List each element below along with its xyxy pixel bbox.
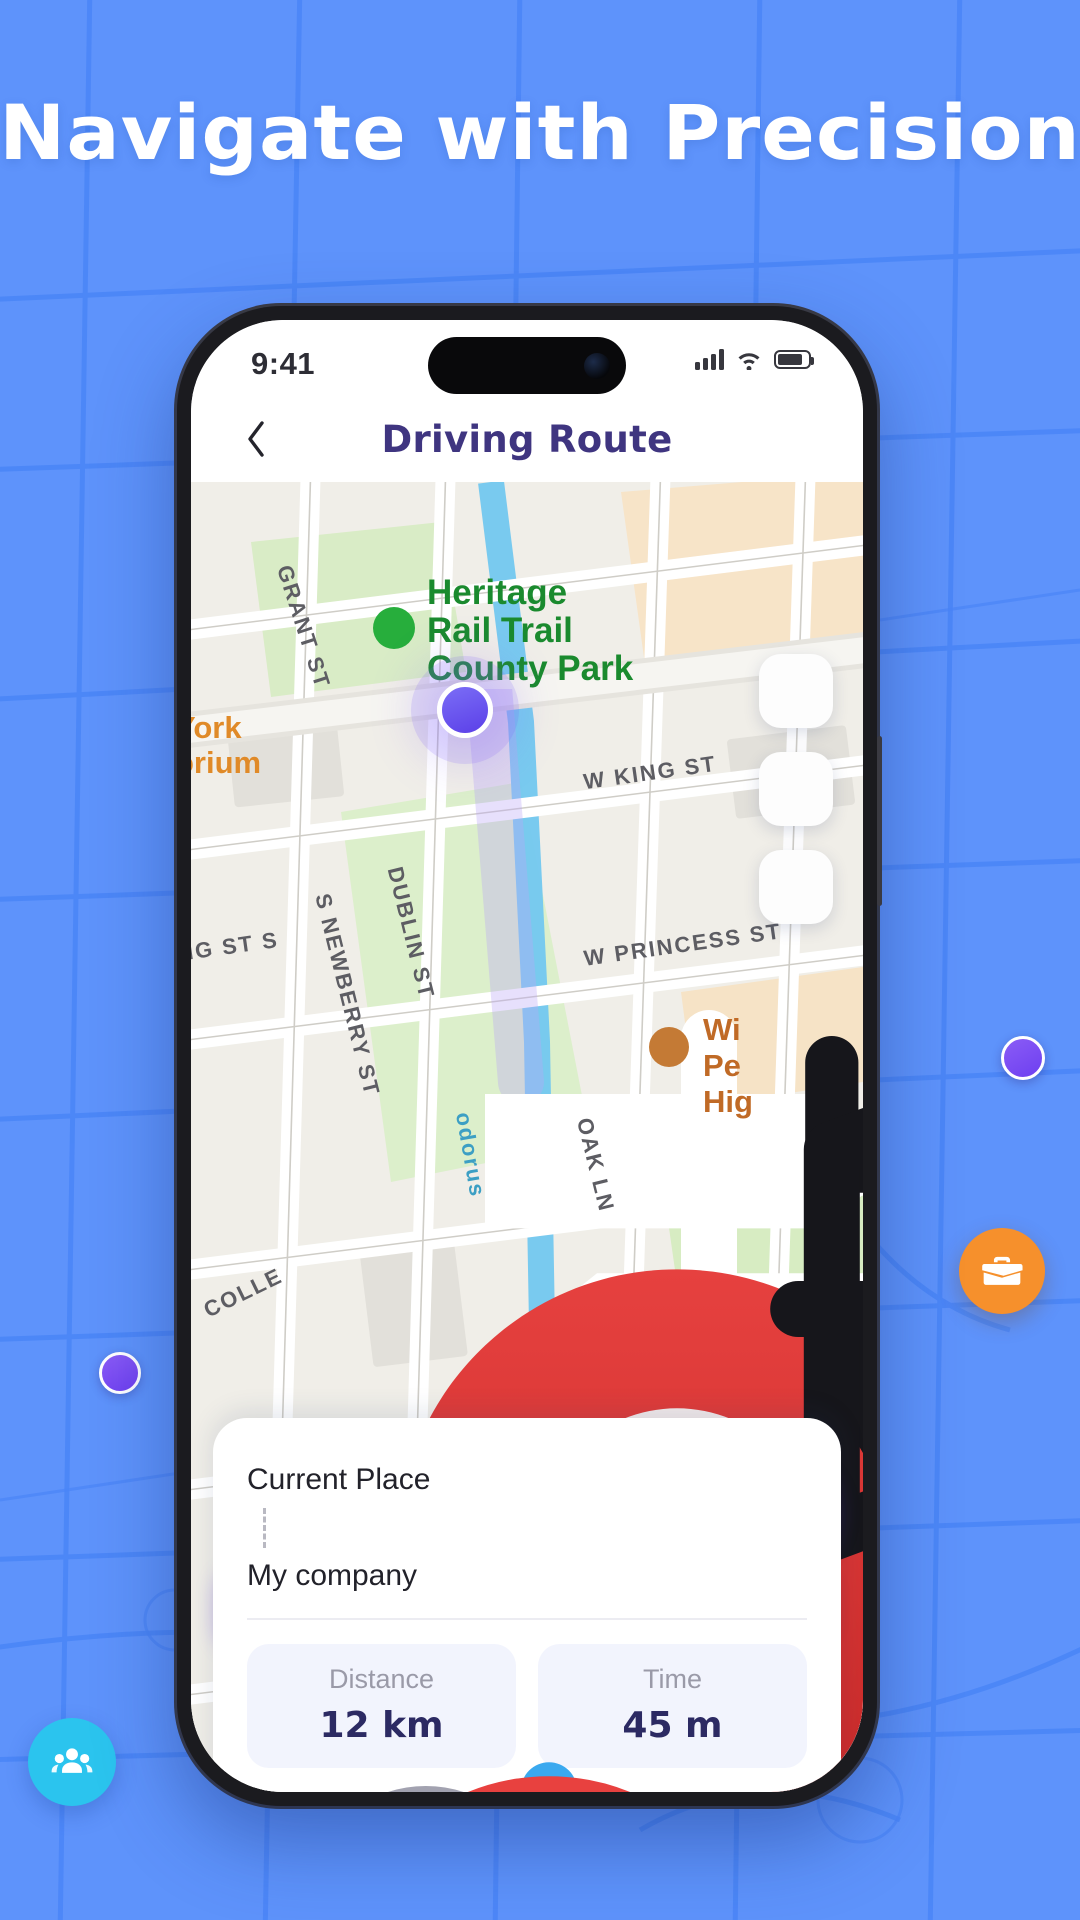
back-button[interactable] bbox=[227, 410, 285, 468]
route-summary-card: Current Place My company Distance 12 km … bbox=[213, 1418, 841, 1792]
briefcase-badge[interactable] bbox=[959, 1228, 1045, 1314]
dynamic-island bbox=[428, 337, 626, 394]
signal-bars-icon bbox=[695, 348, 724, 370]
map-controls bbox=[759, 654, 863, 1561]
battery-icon bbox=[774, 349, 814, 369]
front-camera-icon bbox=[584, 352, 610, 379]
nav-header: Driving Route bbox=[191, 396, 863, 482]
decorative-dot-left bbox=[99, 1352, 141, 1394]
briefcase-icon bbox=[982, 1256, 1023, 1285]
stat-time-head: Time bbox=[538, 1664, 807, 1695]
map-canvas[interactable]: Heritage Rail Trail County Park York ori… bbox=[191, 482, 863, 1792]
status-icons bbox=[695, 348, 814, 370]
status-bar: 9:41 bbox=[191, 320, 863, 396]
chevron-left-icon bbox=[248, 421, 264, 457]
nav-title: Driving Route bbox=[381, 417, 673, 461]
trail-signpost-poi[interactable] bbox=[373, 607, 863, 1514]
destination-map-pin[interactable] bbox=[341, 1040, 863, 1792]
people-group-icon bbox=[51, 1748, 93, 1773]
locate-button[interactable] bbox=[759, 850, 863, 1337]
wifi-icon bbox=[738, 352, 760, 370]
route-stats: Distance 12 km Time 45 m bbox=[247, 1644, 807, 1792]
stat-time: Time 45 m bbox=[538, 1644, 807, 1768]
user-location-dot bbox=[437, 682, 493, 738]
page-title: Navigate with Precision bbox=[0, 88, 1080, 177]
status-time: 9:41 bbox=[251, 346, 316, 381]
phone-screen: 9:41 Driving Route Heritage Rail Trail C… bbox=[191, 320, 863, 1792]
phone-frame: 9:41 Driving Route Heritage Rail Trail C… bbox=[177, 306, 882, 1806]
people-badge[interactable] bbox=[28, 1718, 116, 1806]
decorative-dot-right bbox=[1001, 1036, 1045, 1080]
clock-icon bbox=[213, 1418, 863, 1792]
